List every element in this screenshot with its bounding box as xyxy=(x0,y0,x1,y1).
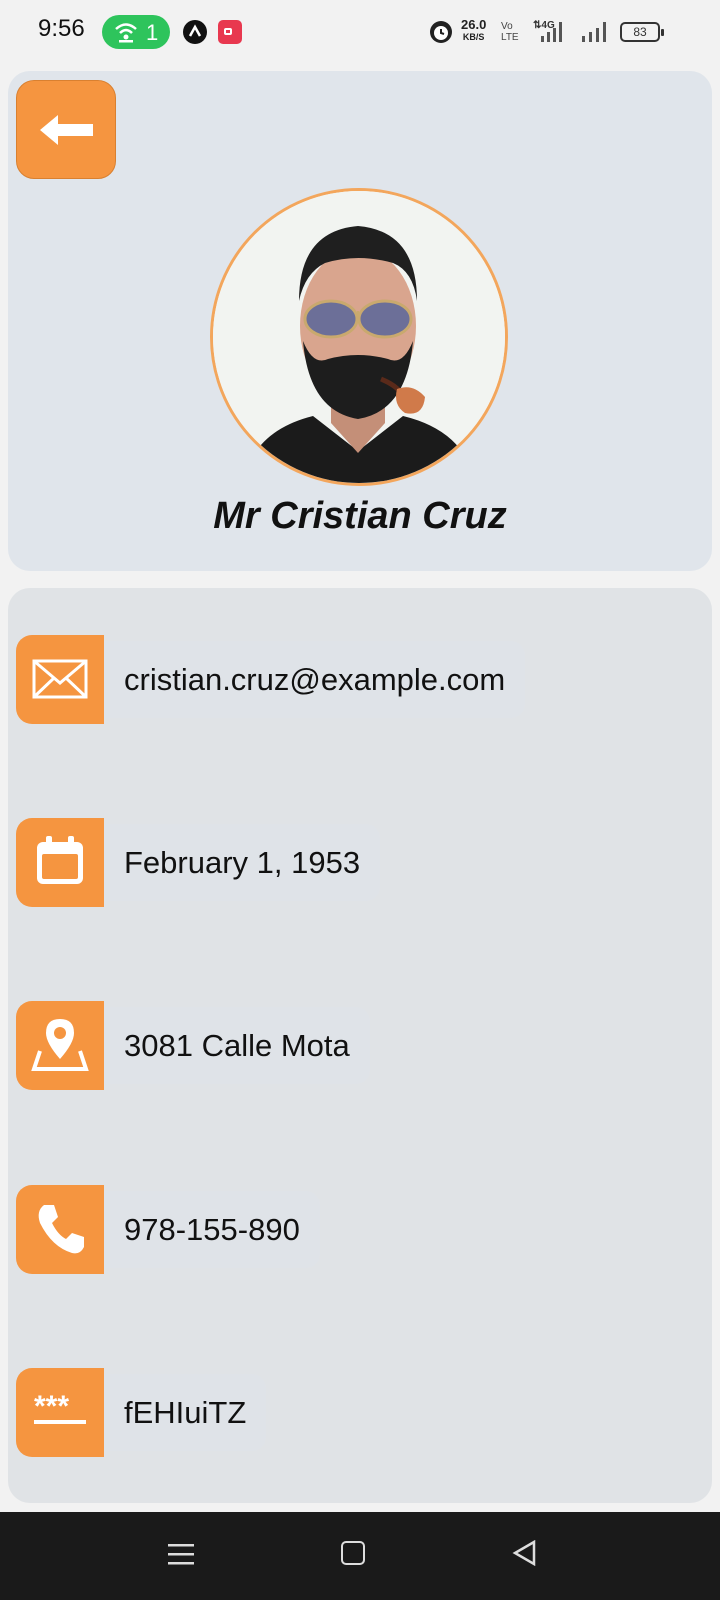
back-button[interactable] xyxy=(16,80,116,179)
home-button[interactable] xyxy=(341,1541,365,1565)
volte-indicator: Vo LTE xyxy=(501,21,519,43)
screen-record-icon xyxy=(218,20,242,44)
profile-name: Mr Cristian Cruz xyxy=(213,495,507,537)
svg-text:⇅4G: ⇅4G xyxy=(533,20,555,31)
password-icon: *** xyxy=(34,1390,86,1424)
alarm-icon xyxy=(430,21,452,43)
hotspot-icon xyxy=(114,21,138,49)
location-icon xyxy=(31,1019,89,1071)
system-nav-bar xyxy=(0,1512,720,1600)
password-value: fEHIuiTZ xyxy=(104,1374,267,1451)
address-value: 3081 Calle Mota xyxy=(104,1007,370,1084)
status-bar: 9:56 1 26.0 KB/S Vo LTE ⇅4G 83 xyxy=(0,0,720,64)
battery-indicator: 83 xyxy=(620,22,664,42)
signal-icon xyxy=(582,18,614,49)
network-speed: 26.0 KB/S xyxy=(461,17,487,42)
email-value: cristian.cruz@example.com xyxy=(104,641,526,718)
menu-icon xyxy=(168,1544,194,1565)
avatar xyxy=(210,188,508,486)
phone-value: 978-155-890 xyxy=(104,1191,320,1268)
hotspot-count: 1 xyxy=(146,20,159,45)
svg-text:***: *** xyxy=(34,1390,69,1423)
mail-icon xyxy=(32,659,88,699)
triangle-back-icon xyxy=(512,1539,536,1567)
birthday-value: February 1, 1953 xyxy=(104,824,381,901)
calendar-icon xyxy=(37,836,83,884)
app-notification-icon xyxy=(183,20,207,44)
system-back-button[interactable] xyxy=(512,1539,538,1571)
arrow-left-icon xyxy=(40,115,93,145)
hotspot-indicator: 1 xyxy=(102,15,170,49)
signal-4g-icon: ⇅4G xyxy=(533,18,573,49)
recent-apps-button[interactable] xyxy=(168,1542,194,1571)
phone-icon xyxy=(38,1205,84,1254)
status-time: 9:56 xyxy=(38,15,85,42)
